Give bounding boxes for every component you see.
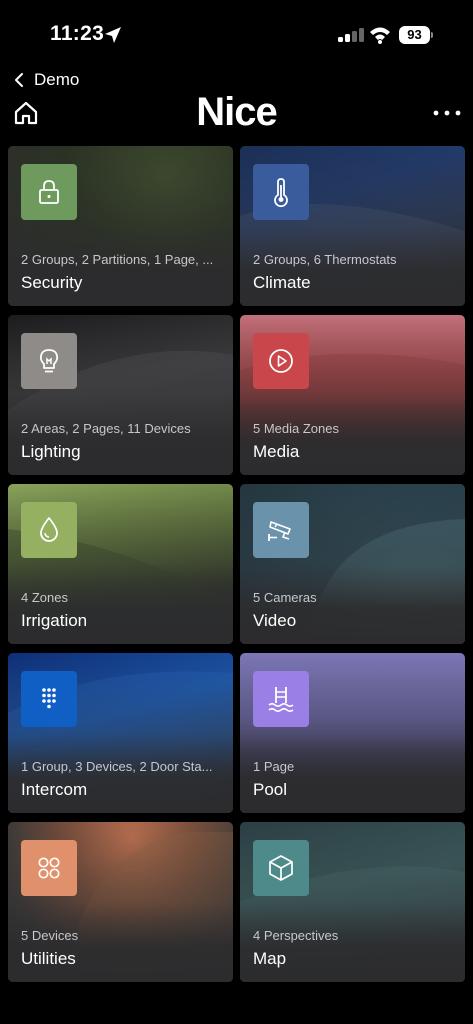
back-button[interactable]: Demo xyxy=(12,68,79,92)
tile-title: Video xyxy=(253,611,297,630)
status-bar: 11:23 93 xyxy=(0,0,473,66)
tile-title: Irrigation xyxy=(21,611,88,630)
tile-title: Lighting xyxy=(21,442,81,461)
tile-lighting[interactable]: 2 Areas, 2 Pages, 11 Devices Lighting xyxy=(8,315,233,475)
play-icon xyxy=(269,349,293,373)
tile-icon-box xyxy=(21,671,77,727)
tile-subtitle: 2 Areas, 2 Pages, 11 Devices xyxy=(21,421,191,436)
tile-title: Climate xyxy=(253,273,311,292)
tile-subtitle: 4 Zones xyxy=(21,590,68,605)
tile-subtitle: 5 Devices xyxy=(21,928,79,943)
tile-icon-box xyxy=(21,840,77,896)
battery-indicator: 93 xyxy=(399,26,433,44)
tile-subtitle: 1 Group, 3 Devices, 2 Door Sta... xyxy=(21,759,213,774)
tile-irrigation[interactable]: 4 Zones Irrigation xyxy=(8,484,233,644)
tile-title: Pool xyxy=(253,780,288,799)
thermometer-icon xyxy=(274,178,288,208)
tile-security[interactable]: 2 Groups, 2 Partitions, 1 Page, ... Secu… xyxy=(8,146,233,306)
tile-subtitle: 5 Media Zones xyxy=(253,421,339,436)
lock-icon xyxy=(39,180,59,204)
tile-icon-box xyxy=(253,502,309,558)
tile-subtitle: 2 Groups, 6 Thermostats xyxy=(253,252,397,267)
tile-icon-box xyxy=(253,164,309,220)
tile-intercom[interactable]: 1 Group, 3 Devices, 2 Door Sta... Interc… xyxy=(8,653,233,813)
status-time: 11:23 xyxy=(50,22,105,45)
tile-subtitle: 1 Page xyxy=(253,759,295,774)
tile-title: Utilities xyxy=(21,949,76,968)
tile-map[interactable]: 4 Perspectives Map xyxy=(240,822,465,982)
battery-cap xyxy=(431,32,433,38)
utilities-icon xyxy=(38,857,60,879)
tile-title: Media xyxy=(253,442,300,461)
water-drop-icon xyxy=(40,517,58,542)
lightbulb-icon xyxy=(39,349,59,373)
chevron-left-icon xyxy=(15,73,23,87)
tile-icon-box xyxy=(253,840,309,896)
tile-media[interactable]: 5 Media Zones Media xyxy=(240,315,465,475)
cube-icon xyxy=(269,855,293,881)
tile-video[interactable]: 5 Cameras Video xyxy=(240,484,465,644)
camera-icon xyxy=(268,521,291,541)
tile-pool[interactable]: 1 Page Pool xyxy=(240,653,465,813)
tile-subtitle: 2 Groups, 2 Partitions, 1 Page, ... xyxy=(21,252,214,267)
page-title: Nice xyxy=(196,90,278,134)
keypad-icon xyxy=(42,688,56,709)
battery-level: 93 xyxy=(399,26,430,44)
tile-icon-box xyxy=(253,671,309,727)
location-arrow-icon xyxy=(105,27,121,43)
pool-icon xyxy=(268,687,294,713)
tile-icon-box xyxy=(21,333,77,389)
cellular-signal-icon xyxy=(338,28,364,42)
tile-icon-box xyxy=(21,164,77,220)
tile-climate[interactable]: 2 Groups, 6 Thermostats Climate xyxy=(240,146,465,306)
tile-title: Map xyxy=(253,949,287,968)
tile-title: Security xyxy=(21,273,83,292)
more-options-icon[interactable] xyxy=(432,104,462,122)
screen: 11:23 93 Demo Nice 2 Groups, 2 Partition… xyxy=(0,0,473,1024)
tile-utilities[interactable]: 5 Devices Utilities xyxy=(8,822,233,982)
tile-subtitle: 5 Cameras xyxy=(253,590,317,605)
back-label: Demo xyxy=(34,70,80,89)
wifi-icon xyxy=(370,27,390,44)
tile-subtitle: 4 Perspectives xyxy=(253,928,339,943)
tile-icon-box xyxy=(21,502,77,558)
tile-title: Intercom xyxy=(21,780,88,799)
tile-icon-box xyxy=(253,333,309,389)
